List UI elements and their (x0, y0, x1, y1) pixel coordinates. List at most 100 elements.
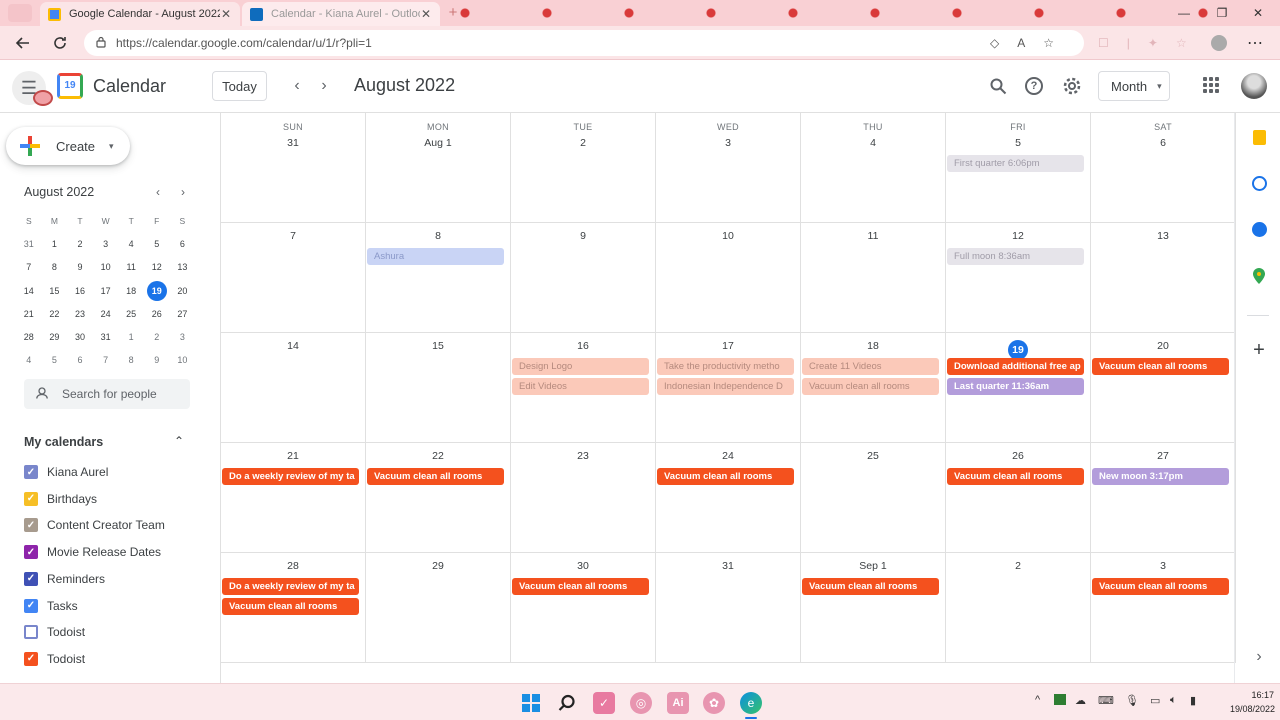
event-chip[interactable]: Vacuum clean all rooms (222, 598, 359, 615)
day-number[interactable]: 31 (221, 137, 365, 149)
day-cell[interactable]: 18 Create 11 Videos Vacuum clean all rooms (801, 333, 946, 443)
collections-icon[interactable]: ☐ (1098, 36, 1109, 50)
day-cell[interactable]: Sep 1 Vacuum clean all rooms (801, 553, 946, 663)
day-number[interactable]: 6 (1091, 137, 1235, 149)
day-cell[interactable]: 11 (801, 223, 946, 333)
day-number[interactable]: 16 (511, 340, 655, 352)
mini-day[interactable]: 27 (170, 309, 196, 319)
expand-panel-icon[interactable]: › (1251, 648, 1267, 665)
mini-day[interactable]: 4 (16, 355, 42, 365)
previous-period-button[interactable]: ‹ (285, 74, 309, 98)
mini-day[interactable]: 6 (170, 239, 196, 249)
event-chip[interactable]: Vacuum clean all rooms (802, 378, 939, 395)
day-number[interactable]: 27 (1091, 450, 1235, 462)
create-button[interactable]: Create ▾ (6, 127, 130, 165)
account-avatar[interactable] (1241, 73, 1267, 99)
mini-day[interactable]: 13 (170, 262, 196, 272)
day-cell[interactable]: 20 Vacuum clean all rooms (1091, 333, 1236, 443)
close-window-button[interactable]: ✕ (1238, 2, 1278, 24)
event-chip[interactable]: Download additional free ap (947, 358, 1084, 375)
tasks-icon[interactable] (1251, 175, 1267, 191)
event-chip[interactable]: Vacuum clean all rooms (1092, 578, 1229, 595)
calendar-checkbox[interactable]: ✓ (24, 571, 38, 586)
day-number[interactable]: 3 (1091, 560, 1235, 572)
day-number[interactable]: 31 (656, 560, 800, 572)
calendar-list-item[interactable]: Todoist (24, 622, 85, 642)
mini-day[interactable]: 1 (42, 239, 68, 249)
day-number[interactable]: 19 (946, 340, 1090, 360)
day-cell[interactable]: 27 New moon 3:17pm (1091, 443, 1236, 553)
day-cell[interactable]: MON Aug 1 (366, 113, 511, 223)
cloud-icon[interactable]: ☁ (1075, 694, 1086, 707)
mini-day[interactable]: 10 (93, 262, 119, 272)
day-cell[interactable]: 3 Vacuum clean all rooms (1091, 553, 1236, 663)
battery-icon[interactable]: ▮ (1190, 694, 1196, 707)
favorites-bar-icon[interactable]: ☆ (1176, 36, 1187, 50)
day-number[interactable]: 20 (1091, 340, 1235, 352)
day-number[interactable]: 4 (801, 137, 945, 149)
mini-day[interactable]: 2 (144, 332, 170, 342)
mini-day[interactable]: 8 (118, 355, 144, 365)
volume-icon[interactable]: 🔈︎ (1170, 694, 1177, 707)
mini-day[interactable]: 5 (144, 239, 170, 249)
day-number[interactable]: 5 (946, 137, 1090, 149)
event-chip[interactable]: Full moon 8:36am (947, 248, 1084, 265)
day-number[interactable]: 7 (221, 230, 365, 242)
event-chip[interactable]: Do a weekly review of my ta (222, 468, 359, 485)
mini-day[interactable]: 28 (16, 332, 42, 342)
calendar-checkbox[interactable]: ✓ (24, 518, 38, 533)
chevron-up-icon[interactable]: ⌃ (174, 434, 184, 448)
network-icon[interactable]: ▭ (1150, 694, 1160, 707)
tab-actions-button[interactable] (8, 4, 32, 22)
day-number[interactable]: 18 (801, 340, 945, 352)
calendar-list-item[interactable]: ✓ Tasks (24, 596, 78, 616)
system-clock[interactable]: 16:17 19/08/2022 (1230, 688, 1275, 716)
edge-browser-icon[interactable]: e (740, 692, 762, 714)
day-number[interactable]: 12 (946, 230, 1090, 242)
day-cell[interactable]: 7 (221, 223, 366, 333)
mini-day[interactable]: 18 (118, 286, 144, 296)
day-cell[interactable]: 13 (1091, 223, 1236, 333)
settings-gear-icon[interactable] (1060, 74, 1084, 98)
pinned-app-icon[interactable]: ✓ (593, 692, 615, 714)
keep-icon[interactable] (1251, 129, 1267, 145)
calendar-checkbox[interactable] (24, 625, 38, 640)
mini-day[interactable]: 16 (67, 286, 93, 296)
event-chip[interactable]: Vacuum clean all rooms (512, 578, 649, 595)
day-number[interactable]: 9 (511, 230, 655, 242)
day-cell[interactable]: 16 Design Logo Edit Videos (511, 333, 656, 443)
day-number[interactable]: 11 (801, 230, 945, 242)
nvidia-icon[interactable] (1054, 694, 1066, 705)
keyboard-icon[interactable]: ⌨ (1098, 694, 1114, 707)
day-number[interactable]: 3 (656, 137, 800, 149)
day-number[interactable]: 2 (511, 137, 655, 149)
event-chip[interactable]: Design Logo (512, 358, 649, 375)
google-apps-grid-icon[interactable] (1203, 77, 1219, 93)
calendar-checkbox[interactable]: ✓ (24, 651, 38, 666)
day-cell[interactable]: 9 (511, 223, 656, 333)
day-cell[interactable]: 23 (511, 443, 656, 553)
new-tab-button[interactable]: + (444, 4, 462, 22)
mini-day[interactable]: 5 (42, 355, 68, 365)
event-chip[interactable]: Vacuum clean all rooms (947, 468, 1084, 485)
day-cell[interactable]: WED 3 (656, 113, 801, 223)
event-chip[interactable]: Take the productivity metho (657, 358, 794, 375)
mini-day[interactable]: 21 (16, 309, 42, 319)
event-chip[interactable]: New moon 3:17pm (1092, 468, 1229, 485)
event-chip[interactable]: Ashura (367, 248, 504, 265)
refresh-icon[interactable] (47, 30, 73, 56)
day-cell[interactable]: TUE 2 (511, 113, 656, 223)
day-number[interactable]: 8 (366, 230, 510, 242)
day-number[interactable]: 14 (221, 340, 365, 352)
mini-day[interactable]: 3 (170, 332, 196, 342)
calendar-list-item[interactable]: ✓ Reminders (24, 569, 105, 589)
day-cell[interactable]: 15 (366, 333, 511, 443)
day-number[interactable]: 26 (946, 450, 1090, 462)
event-chip[interactable]: First quarter 6:06pm (947, 155, 1084, 172)
contacts-icon[interactable] (1251, 221, 1267, 237)
favorite-star-icon[interactable]: ☆ (1043, 36, 1054, 50)
calendar-list-item[interactable]: ✓ Todoist (24, 649, 85, 669)
mini-day[interactable]: 7 (16, 262, 42, 272)
day-cell[interactable]: 30 Vacuum clean all rooms (511, 553, 656, 663)
illustrator-icon[interactable]: Ai (667, 692, 689, 714)
